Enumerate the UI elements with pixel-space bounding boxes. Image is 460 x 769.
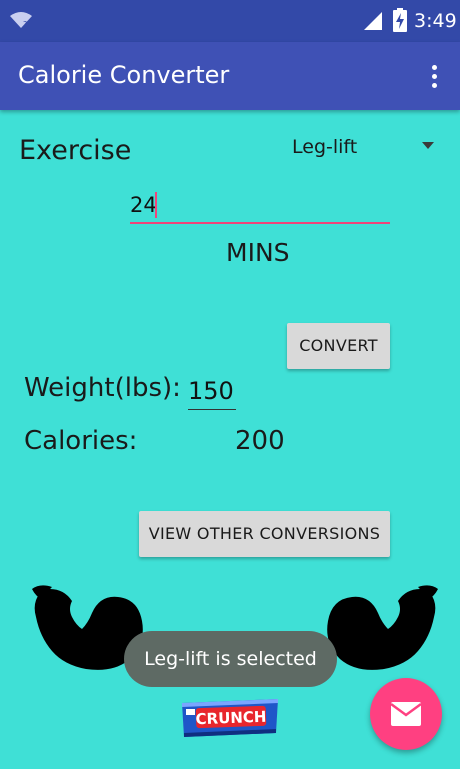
svg-text:?: ? (23, 20, 27, 28)
menu-dot (431, 64, 437, 70)
status-bar: ? 3:49 (0, 0, 460, 42)
app-bar: Calorie Converter (0, 42, 460, 110)
mins-label: MINS (226, 238, 290, 267)
minutes-input[interactable] (130, 188, 390, 224)
weight-label: Weight(lbs): (24, 373, 181, 403)
battery-charging-icon (393, 8, 407, 32)
text-cursor (155, 192, 157, 218)
calories-value: 200 (235, 426, 285, 456)
convert-button[interactable]: CONVERT (287, 323, 390, 369)
email-fab-button[interactable] (370, 678, 442, 750)
menu-dot (431, 73, 437, 79)
toast-message: Leg-lift is selected (124, 631, 337, 687)
signal-icon (364, 12, 382, 30)
wifi-icon: ? (10, 12, 32, 28)
exercise-spinner[interactable]: Leg-lift (280, 130, 445, 166)
view-other-conversions-button[interactable]: VIEW OTHER CONVERSIONS (139, 511, 390, 557)
calories-label: Calories: (24, 426, 138, 456)
exercise-label: Exercise (19, 135, 132, 166)
dropdown-arrow-icon (422, 142, 434, 149)
email-icon (390, 702, 422, 726)
menu-dot (431, 82, 437, 88)
svg-text:CRUNCH: CRUNCH (195, 708, 266, 728)
exercise-selected-value: Leg-lift (292, 136, 358, 158)
app-title: Calorie Converter (18, 61, 230, 89)
more-vert-icon[interactable] (420, 58, 448, 94)
status-time: 3:49 (414, 10, 457, 32)
weight-input[interactable] (188, 372, 236, 410)
crunch-bar-image: CRUNCH (182, 699, 278, 737)
flexed-arm-icon (327, 585, 438, 670)
